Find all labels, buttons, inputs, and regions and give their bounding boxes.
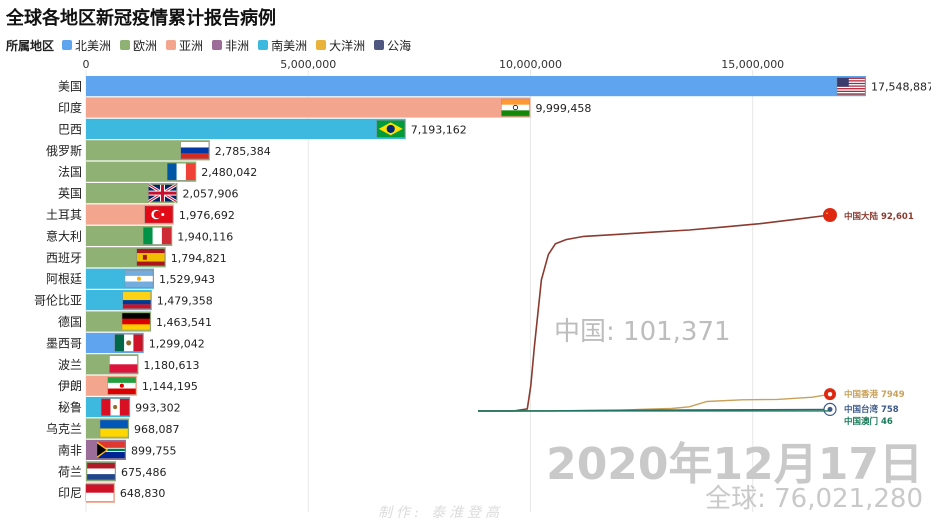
value-label: 1,299,042: [149, 337, 205, 350]
x-tick-label: 5,000,000: [280, 58, 336, 71]
china-flag-icon: [823, 208, 837, 222]
colombia-flag-icon: [122, 291, 151, 309]
value-label: 1,479,358: [157, 295, 213, 308]
value-label: 648,830: [120, 487, 166, 500]
value-label: 2,057,906: [182, 188, 238, 201]
bar-row: 法国 2,480,042: [58, 161, 257, 182]
series-end-label: 中国大陆 92,601: [844, 211, 914, 222]
taiwan-flag-icon: [823, 402, 837, 416]
us-flag-icon: [836, 77, 866, 95]
value-label: 1,940,116: [177, 230, 233, 243]
category-label: 印尼: [58, 486, 82, 500]
russia-flag-icon: [180, 141, 210, 160]
category-label: 德国: [58, 314, 82, 329]
bar: [86, 76, 866, 97]
x-tick-label: 15,000,000: [721, 58, 784, 71]
poland-flag-icon: [109, 355, 138, 374]
category-label: 英国: [58, 187, 82, 201]
bar-row: 阿根廷 1,529,943: [46, 268, 215, 289]
value-label: 17,548,887: [871, 81, 931, 94]
series-end-label: 中国台湾 758: [844, 404, 899, 415]
series-end-label: 中国香港 7949: [844, 389, 905, 400]
category-label: 乌克兰: [46, 421, 82, 436]
china-line-chart: 中国: 101,371 中国大陆 92,601 中国香港 7949 中国台湾 758中…: [477, 208, 914, 427]
category-label: 波兰: [58, 358, 82, 372]
indonesia-flag-icon: [85, 484, 115, 502]
bar-row: 德国 1,463,541: [58, 311, 212, 332]
bar-row: 意大利 1,940,116: [46, 225, 233, 246]
turkey-flag-icon: [144, 205, 174, 224]
category-label: 秘鲁: [58, 401, 82, 415]
india-flag-icon: [501, 98, 530, 117]
value-label: 1,144,195: [142, 380, 198, 393]
category-label: 哥伦比亚: [34, 293, 82, 308]
value-label: 2,480,042: [201, 166, 257, 179]
value-label: 7,193,162: [411, 123, 467, 136]
bar-row: 墨西哥 1,299,042: [46, 332, 205, 353]
category-label: 西班牙: [46, 251, 82, 265]
x-tick-label: 0: [83, 58, 90, 71]
category-label: 意大利: [46, 228, 82, 243]
bar-row: 西班牙 1,794,821: [46, 247, 227, 268]
spain-flag-icon: [136, 248, 165, 267]
bar-row: 印尼 648,830: [58, 482, 166, 503]
peru-flag-icon: [100, 398, 130, 416]
category-label: 土耳其: [46, 208, 82, 222]
south-africa-flag-icon: [96, 441, 126, 459]
ukraine-flag-icon: [99, 419, 129, 438]
series-end-label: 中国澳门 46: [844, 416, 893, 427]
value-label: 899,755: [131, 444, 177, 457]
bar-row: 哥伦比亚 1,479,358: [34, 290, 213, 311]
bar-row: 印度 9,999,458: [58, 97, 591, 118]
total-label: 全球: 76,021,280: [705, 484, 923, 514]
italy-flag-icon: [143, 227, 172, 245]
bar-row: 南非 899,755: [58, 439, 177, 460]
germany-flag-icon: [121, 312, 151, 331]
category-label: 美国: [58, 80, 82, 94]
value-label: 9,999,458: [535, 102, 591, 115]
value-label: 1,463,541: [156, 316, 212, 329]
bar: [86, 97, 531, 118]
brazil-flag-icon: [376, 120, 405, 138]
category-label: 南非: [58, 442, 82, 457]
china-total-annotation: 中国: 101,371: [554, 317, 731, 347]
uk-flag-icon: [147, 183, 178, 203]
category-label: 伊朗: [58, 379, 82, 393]
bar-row: 英国 2,057,906: [58, 183, 238, 204]
netherlands-flag-icon: [86, 462, 116, 481]
france-flag-icon: [167, 162, 196, 181]
bar-row: 美国 17,548,887: [58, 76, 931, 97]
value-label: 1,529,943: [159, 273, 215, 286]
bar-row: 土耳其 1,976,692: [46, 204, 235, 225]
iran-flag-icon: [107, 377, 137, 395]
bar-row: 秘鲁 993,302: [58, 397, 181, 418]
value-label: 993,302: [135, 402, 181, 415]
bar-row: 俄罗斯 2,785,384: [46, 140, 271, 161]
bar-row: 荷兰 675,486: [58, 461, 167, 482]
mexico-flag-icon: [114, 334, 144, 352]
category-label: 法国: [58, 165, 82, 179]
bar-row: 巴西 7,193,162: [58, 118, 467, 139]
value-label: 1,180,613: [143, 359, 199, 372]
hong-kong-flag-icon: [824, 388, 836, 401]
category-label: 印度: [58, 100, 82, 115]
value-label: 968,087: [134, 423, 180, 436]
x-tick-label: 10,000,000: [499, 58, 562, 71]
value-label: 675,486: [121, 466, 166, 479]
argentina-flag-icon: [124, 270, 154, 288]
value-label: 1,794,821: [171, 252, 227, 265]
value-label: 2,785,384: [215, 145, 271, 158]
value-label: 1,976,692: [179, 209, 235, 222]
category-label: 巴西: [58, 122, 82, 136]
category-label: 阿根廷: [46, 272, 82, 286]
bar-row: 波兰 1,180,613: [58, 354, 199, 375]
category-label: 荷兰: [58, 465, 82, 479]
category-label: 俄罗斯: [46, 144, 82, 158]
credit-watermark: 制作: 泰淮登高: [378, 505, 504, 521]
category-label: 墨西哥: [46, 336, 82, 350]
bar-row: 伊朗 1,144,195: [58, 375, 198, 396]
bar: [86, 118, 406, 139]
bar-row: 乌克兰 968,087: [46, 418, 180, 439]
